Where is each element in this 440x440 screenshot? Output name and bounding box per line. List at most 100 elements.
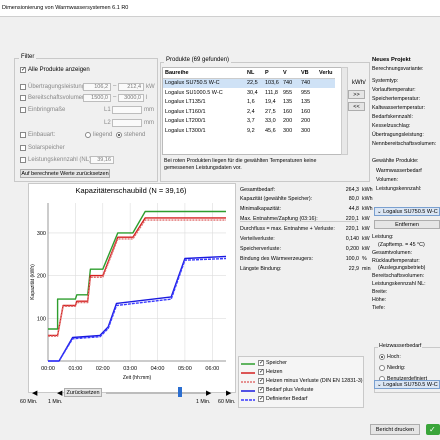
- product-detail-label: Gesamtvolumen:: [372, 250, 413, 256]
- result-value: 264,3: [345, 187, 359, 193]
- result-value: 220,1: [345, 226, 359, 232]
- reset-filter-button[interactable]: Auf berechnete Werte zurücksetzen: [20, 169, 110, 178]
- time-slider-track[interactable]: [106, 392, 206, 394]
- l1-input[interactable]: [112, 106, 142, 114]
- radio-niedrig[interactable]: [379, 365, 385, 371]
- x-tick-label: 04:00: [151, 366, 165, 372]
- add-product-button[interactable]: >>: [348, 90, 365, 99]
- result-unit: kWh: [362, 206, 373, 212]
- uebertragung-from-input[interactable]: [83, 83, 111, 91]
- result-label: Speicherverluste:: [240, 246, 281, 252]
- product-row[interactable]: Logalux LT160/1 2,4 27,5 160 160: [163, 107, 335, 117]
- filter-title: Filter: [19, 54, 37, 60]
- nav-right-icon[interactable]: ▶: [226, 389, 231, 397]
- cell: [317, 107, 335, 117]
- zoom-label: 1 Min.: [48, 399, 63, 405]
- col-nl[interactable]: NL: [245, 68, 263, 79]
- cell: Logalux LT300/1: [165, 127, 206, 134]
- result-value: 80,0: [348, 196, 359, 202]
- remove-button[interactable]: Entfernen: [374, 220, 440, 229]
- products-scrollbar[interactable]: [341, 67, 348, 155]
- cell: 2,4: [247, 108, 255, 115]
- liegend-radio[interactable]: [85, 132, 91, 138]
- cell: 300: [301, 127, 311, 134]
- right-panel-item: Übertragungsleistung:: [372, 132, 424, 138]
- col-baureihe[interactable]: Baureihe: [163, 68, 245, 79]
- product-row[interactable]: Logalux SU1000.5 W-C 30,4 111,8 955 955: [163, 88, 335, 98]
- cell: 111,8: [265, 89, 278, 96]
- legend-label: Bedarf plus Verluste: [266, 387, 314, 393]
- all-products-label: Alle Produkte anzeigen: [28, 67, 90, 73]
- legend-checkbox[interactable]: [258, 395, 264, 402]
- product-detail-label: Leistungskennzahl NL:: [372, 281, 426, 287]
- product-row[interactable]: Logalux LT135/1 1,6 19,4 135 135: [163, 98, 335, 108]
- cell: 740: [299, 78, 317, 88]
- bereitschaft-to-input[interactable]: [118, 94, 144, 102]
- col-v[interactable]: V: [281, 68, 299, 79]
- nl-label: Leistungskennzahl (NL):: [28, 157, 93, 163]
- result-unit: kWh: [362, 196, 373, 202]
- window-title: Dimensionierung von Warmwassersystemen 6…: [2, 5, 129, 11]
- einbauart-label: Einbauart:: [28, 132, 56, 138]
- radio-hoch[interactable]: [379, 354, 385, 360]
- right-panel-title: Neues Projekt: [372, 57, 411, 63]
- bereitschaft-unit: l: [146, 95, 148, 101]
- bereitschaft-checkbox[interactable]: [20, 95, 26, 101]
- x-axis-label: Zeit (hh:mm): [123, 375, 152, 381]
- cell: 103,6: [263, 78, 281, 88]
- col-verlust[interactable]: Verlu: [317, 68, 335, 79]
- result-label: Kapazität (gewählte Speicher):: [240, 196, 313, 202]
- series-line: [48, 255, 227, 362]
- selected-product-button[interactable]: ⌄ Logalux SU750.5 W-C: [374, 207, 440, 216]
- chart-title: Kapazitätenschaubild (N = 39,16): [75, 186, 187, 195]
- remove-product-button[interactable]: <<: [348, 102, 365, 111]
- zoom-label: 60 Min.: [20, 399, 38, 405]
- product-row[interactable]: Logalux SU750.5 W-C 22,5 103,6 740 740: [163, 78, 335, 88]
- product-button-bottom[interactable]: ⌄ Logalux SU750.5 W-C: [374, 380, 440, 389]
- series-line: [48, 210, 226, 330]
- cell: 22,5: [245, 78, 263, 88]
- result-value: 0,140: [345, 236, 359, 242]
- solarspeicher-checkbox[interactable]: [20, 145, 26, 151]
- time-slider-thumb[interactable]: [178, 387, 182, 397]
- legend-checkbox[interactable]: [258, 359, 264, 366]
- legend-checkbox[interactable]: [258, 368, 264, 375]
- col-p[interactable]: P: [263, 68, 281, 79]
- result-unit: kWh: [362, 187, 373, 193]
- nav-left-icon[interactable]: ◀: [32, 389, 37, 397]
- legend-checkbox[interactable]: [258, 377, 264, 384]
- nl-input[interactable]: [90, 156, 114, 164]
- product-row[interactable]: Logalux LT300/1 9,2 45,6 300 300: [163, 126, 335, 136]
- l2-input[interactable]: [112, 119, 142, 127]
- right-panel-item: Kaltwassertemperatur:: [372, 105, 425, 111]
- einbauart-checkbox[interactable]: [20, 132, 26, 138]
- stehend-radio[interactable]: [116, 132, 122, 138]
- selected-products-label: Gewählte Produkte:: [372, 158, 419, 164]
- uebertragung-checkbox[interactable]: [20, 84, 26, 90]
- x-tick-label: 00:00: [41, 366, 55, 372]
- nav-right-icon[interactable]: ▶: [206, 389, 211, 397]
- product-row[interactable]: Logalux LT200/1 3,7 33,0 200 200: [163, 117, 335, 127]
- bereitschaft-from-input[interactable]: [83, 94, 111, 102]
- einbringmasse-checkbox[interactable]: [20, 107, 26, 113]
- l2-label: L2: [104, 120, 111, 126]
- print-report-button[interactable]: Bericht drucken: [370, 424, 420, 435]
- series-line: [48, 217, 226, 337]
- cell: 45,6: [265, 127, 276, 134]
- col-vb[interactable]: VB: [299, 68, 317, 79]
- all-products-checkbox[interactable]: [20, 66, 26, 73]
- ok-button[interactable]: ✓: [426, 424, 440, 435]
- legend-swatch: [241, 381, 255, 383]
- product-detail-label: (Auslegungsbetrieb): [378, 265, 426, 271]
- chart-reset-button[interactable]: Zurücksetzen: [64, 388, 102, 397]
- nl-checkbox[interactable]: [20, 157, 26, 163]
- x-tick-label: 03:00: [123, 366, 137, 372]
- einbringmasse-label: Einbringmaße: [28, 107, 66, 113]
- legend-swatch: [241, 390, 255, 392]
- nav-left-icon[interactable]: ◀: [57, 389, 62, 397]
- product-detail-label: (Zapftemp. = 45 °C): [378, 242, 425, 248]
- x-tick-label: 05:00: [178, 366, 192, 372]
- right-panel-item: Berechnungsvariante:: [372, 66, 424, 72]
- uebertragung-to-input[interactable]: [118, 83, 144, 91]
- legend-checkbox[interactable]: [258, 386, 264, 393]
